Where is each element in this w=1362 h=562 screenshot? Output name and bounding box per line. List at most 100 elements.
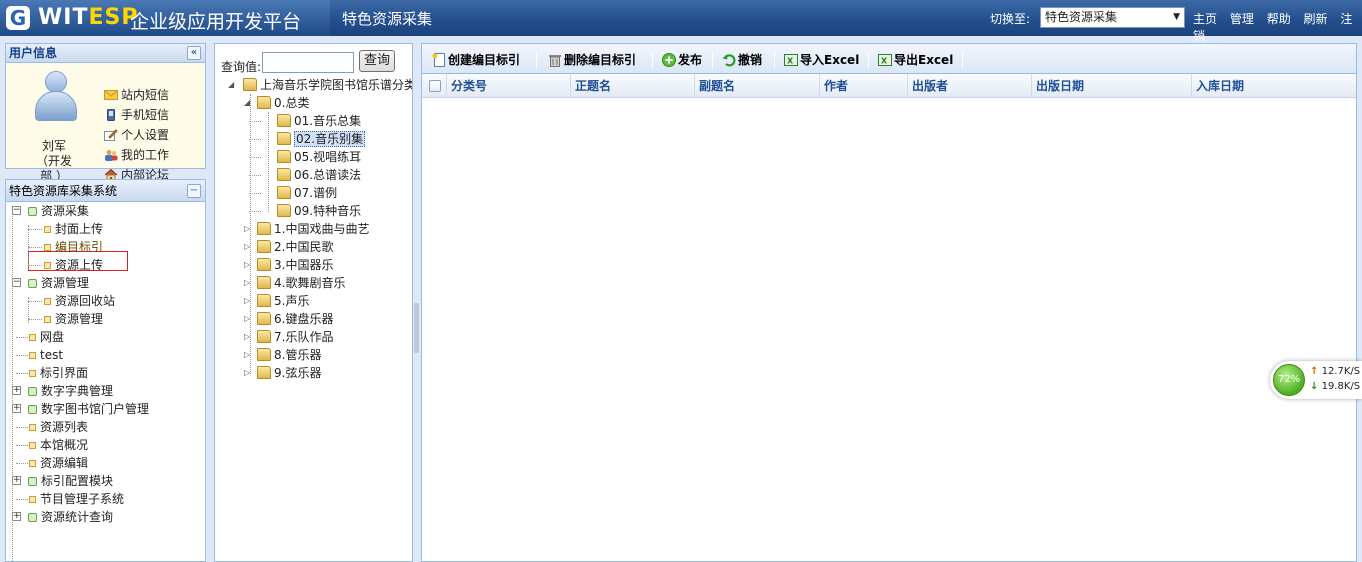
category-node[interactable]: ◢ 0.总类	[244, 94, 309, 112]
collapse-left-icon[interactable]: «	[187, 46, 201, 60]
folder-icon	[257, 366, 271, 379]
publish-button[interactable]: 发布	[662, 51, 702, 69]
category-node[interactable]: 07.谱例	[249, 184, 338, 202]
folder-icon	[257, 348, 271, 361]
tree-item[interactable]: + 数字字典管理	[12, 382, 113, 400]
expand-toggle-icon[interactable]: +	[12, 404, 21, 413]
select-all-checkbox[interactable]	[429, 80, 441, 92]
category-node[interactable]: ▷ 8.管乐器	[244, 346, 322, 364]
home-link[interactable]: 主页	[1193, 12, 1217, 26]
avatar-head	[45, 71, 67, 93]
refresh-link[interactable]: 刷新	[1304, 12, 1328, 26]
import-excel-button[interactable]: X 导入Excel	[784, 51, 859, 69]
switch-select[interactable]: 特色资源采集 ▼	[1040, 7, 1185, 28]
user-link-label: 手机短信	[121, 108, 170, 122]
panel-splitter[interactable]	[413, 43, 420, 562]
tree-item[interactable]: 节目管理子系统	[12, 490, 124, 508]
user-link-messages[interactable]: 站内短信	[104, 85, 169, 105]
collapse-toggle-icon[interactable]: −	[12, 206, 21, 215]
tree-item[interactable]: + 标引配置模块	[12, 472, 113, 490]
tree-node-label: 上海音乐学院图书馆乐谱分类	[260, 78, 412, 92]
tree-item[interactable]: − 资源采集	[12, 202, 89, 220]
expand-toggle-icon[interactable]: +	[12, 512, 21, 521]
tree-node-label: 2.中国民歌	[274, 240, 334, 254]
tree-item[interactable]: + 资源统计查询	[12, 508, 113, 526]
tree-node-label: 09.特种音乐	[294, 204, 362, 218]
tree-item-label: 资源采集	[41, 204, 90, 218]
tree-item[interactable]: 资源上传	[28, 256, 103, 274]
column-header[interactable]: 作者	[820, 74, 908, 98]
user-link-sms[interactable]: 手机短信	[104, 105, 169, 125]
category-node[interactable]: 05.视唱练耳	[249, 148, 361, 166]
tree-item[interactable]: − 资源管理	[12, 274, 89, 292]
category-node[interactable]: ▷ 4.歌舞剧音乐	[244, 274, 345, 292]
tree-item[interactable]: 封面上传	[28, 220, 103, 238]
tree-item[interactable]: 资源回收站	[28, 292, 115, 310]
tree-connector	[28, 301, 42, 302]
folder-icon	[277, 168, 291, 181]
category-node[interactable]: ▷ 2.中国民歌	[244, 238, 334, 256]
folder-icon	[277, 204, 291, 217]
create-catalog-button[interactable]: 创建编目标引	[432, 51, 520, 69]
tree-item[interactable]: 资源管理	[28, 310, 103, 328]
toolbar-label: 撤销	[738, 53, 763, 67]
column-header[interactable]: 出版者	[908, 74, 1032, 98]
category-node[interactable]: ▷ 6.键盘乐器	[244, 310, 333, 328]
category-node[interactable]: ▷ 1.中国戏曲与曲艺	[244, 220, 369, 238]
excel-import-icon: X	[784, 53, 798, 67]
column-header[interactable]: 正题名	[571, 74, 695, 98]
revoke-button[interactable]: 撤销	[722, 51, 762, 69]
export-excel-button[interactable]: X 导出Excel	[878, 51, 953, 69]
category-node[interactable]: ▷ 3.中国器乐	[244, 256, 333, 274]
user-name: 刘军 （开发 部 ）	[34, 139, 74, 184]
leaf-icon	[44, 262, 51, 269]
upload-value: 12.7K/S	[1321, 366, 1361, 377]
system-panel-header: 特色资源库采集系统 −	[6, 180, 205, 202]
category-node[interactable]: ▷ 5.声乐	[244, 292, 309, 310]
module-icon	[28, 207, 37, 216]
user-link-settings[interactable]: 个人设置	[104, 125, 169, 145]
category-node[interactable]: ▷ 7.乐队作品	[244, 328, 333, 346]
module-icon	[28, 477, 37, 486]
column-header[interactable]: 分类号	[447, 74, 571, 98]
toolbar-separator	[536, 51, 537, 68]
column-header[interactable]: 副题名	[695, 74, 820, 98]
manage-link[interactable]: 管理	[1230, 12, 1254, 26]
tree-item[interactable]: 本馆概况	[12, 436, 88, 454]
category-node[interactable]: 06.总谱读法	[249, 166, 361, 184]
expand-toggle-icon[interactable]: +	[12, 476, 21, 485]
home-icon	[104, 167, 118, 182]
tree-item[interactable]: 标引界面	[12, 364, 88, 382]
tree-item[interactable]: 编目标引	[28, 238, 103, 256]
svg-text:X: X	[787, 57, 794, 66]
toolbar-label: 导入Excel	[800, 53, 860, 67]
tree-item[interactable]: 资源编辑	[12, 454, 88, 472]
tree-item[interactable]: 资源列表	[12, 418, 88, 436]
help-link[interactable]: 帮助	[1267, 12, 1291, 26]
category-node[interactable]: 02.音乐别集	[249, 130, 366, 148]
category-node[interactable]: 09.特种音乐	[249, 202, 362, 220]
category-tree-root[interactable]: ◢ 上海音乐学院图书馆乐谱分类	[228, 76, 412, 94]
column-header[interactable]: 出版日期	[1032, 74, 1192, 98]
tree-item[interactable]: 网盘	[12, 328, 64, 346]
leaf-icon	[29, 334, 36, 341]
tree-item[interactable]: + 数字图书馆门户管理	[12, 400, 149, 418]
folder-icon	[277, 186, 291, 199]
tree-node-label: 8.管乐器	[274, 348, 322, 362]
tree-node-label: 07.谱例	[294, 186, 338, 200]
tree-item-label: 节目管理子系统	[40, 492, 125, 506]
category-node[interactable]: 01.音乐总集	[249, 112, 361, 130]
splitter-grip[interactable]	[414, 303, 419, 353]
collapse-minus-icon[interactable]: −	[187, 184, 201, 198]
network-speed-widget[interactable]: 72% ↑ 12.7K/S ↓ 19.8K/S	[1270, 361, 1362, 399]
user-link-work[interactable]: 我的工作	[104, 145, 169, 165]
delete-catalog-button[interactable]: 删除编目标引	[548, 51, 636, 69]
tree-item[interactable]: test	[12, 346, 63, 364]
switch-label: 切换至:	[990, 12, 1031, 26]
expand-toggle-icon[interactable]: +	[12, 386, 21, 395]
collapse-toggle-icon[interactable]: −	[12, 278, 21, 287]
category-node[interactable]: ▷ 9.弦乐器	[244, 364, 321, 382]
column-header[interactable]: 入库日期	[1192, 74, 1354, 98]
user-dept-line: （开发	[35, 154, 72, 168]
leaf-icon	[29, 460, 36, 467]
